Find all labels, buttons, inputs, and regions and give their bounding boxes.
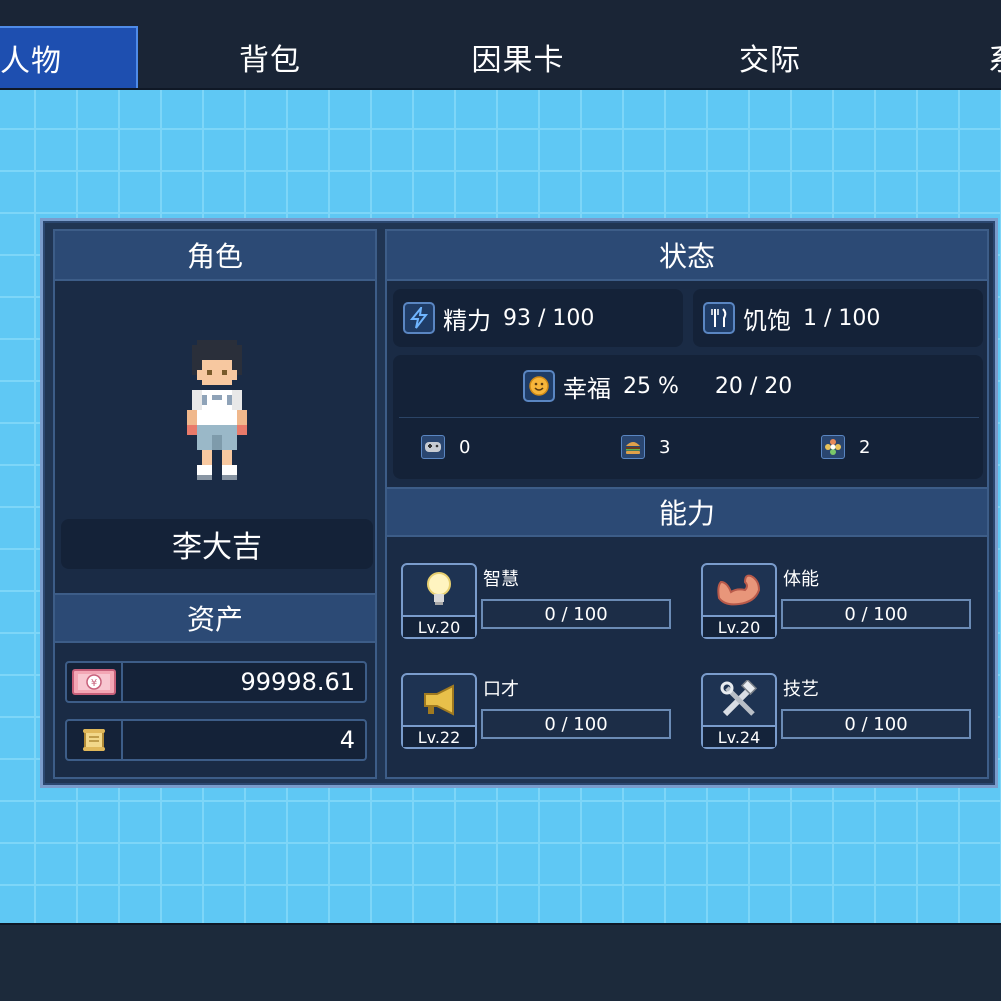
left-column: 角色 李大吉 资产 ¥ 99998.61 4 [53,229,377,779]
assets-header: 资产 [55,593,375,643]
scroll-row: 4 [65,719,367,761]
happiness-label: 幸福 [563,374,611,403]
hunger-stat: 饥饱 1 / 100 [693,289,983,347]
ability-craft-level: Lv.24 [703,725,775,747]
flower-icon [821,435,845,459]
happiness-divider [399,417,979,418]
ability-craft-name: 技艺 [783,679,819,700]
lightbulb-icon [403,565,475,615]
ability-eloquence-badge: Lv.22 [401,673,477,749]
tab-social[interactable]: 交际 [700,26,840,88]
role-header: 角色 [55,231,375,281]
burger-icon [621,435,645,459]
character-name: 李大吉 [61,519,373,569]
ability-wisdom-badge: Lv.20 [401,563,477,639]
money-value: 99998.61 [240,668,355,696]
scroll-icon [67,721,123,759]
cash-icon: ¥ [67,663,123,701]
gamepad-icon [421,435,445,459]
tools-icon [703,675,775,725]
ability-eloquence-name: 口才 [483,679,519,700]
energy-label: 精力 [443,306,491,335]
happiness-stat: 幸福 25 % 20 / 20 [523,369,792,403]
hunger-label: 饥饱 [743,306,791,335]
ability-eloquence[interactable]: Lv.22 口才 0 / 100 [401,673,673,749]
ability-wisdom-level: Lv.20 [403,615,475,637]
ability-fitness-progress: 0 / 100 [781,599,971,629]
energy-stat: 精力 93 / 100 [393,289,683,347]
scroll-value: 4 [339,726,355,754]
mini-stat-gamepad: 0 [421,435,470,459]
tab-system[interactable]: 系 [988,26,1001,88]
megaphone-icon [403,675,475,725]
character-area: 李大吉 [55,281,375,593]
abilities-header: 能力 [387,487,987,537]
right-column: 状态 精力 93 / 100 饥饱 1 / 100 幸福 25 % 20 / 2… [385,229,989,779]
ability-craft-badge: Lv.24 [701,673,777,749]
mini-stat-gamepad-value: 0 [459,436,471,458]
happiness-percent: 25 % [623,373,679,399]
hunger-value: 1 / 100 [803,305,881,331]
mini-stat-burger: 3 [621,435,670,459]
ability-wisdom[interactable]: Lv.20 智慧 0 / 100 [401,563,673,639]
ability-craft[interactable]: Lv.24 技艺 0 / 100 [701,673,973,749]
muscle-arm-icon [703,565,775,615]
smiley-icon [523,370,555,402]
mini-stat-flower: 2 [821,435,870,459]
ability-wisdom-progress: 0 / 100 [481,599,671,629]
money-row: ¥ 99998.61 [65,661,367,703]
ability-craft-progress: 0 / 100 [781,709,971,739]
tab-bag[interactable]: 背包 [200,26,340,88]
fork-knife-icon [703,302,735,334]
top-nav: 人物 背包 因果卡 交际 系 [0,0,1001,90]
tab-karma-cards[interactable]: 因果卡 [448,26,588,88]
svg-text:¥: ¥ [91,678,97,689]
ability-wisdom-name: 智慧 [483,569,519,590]
bottom-bar [0,923,1001,1001]
ability-eloquence-level: Lv.22 [403,725,475,747]
status-header: 状态 [387,231,987,281]
energy-value: 93 / 100 [503,305,595,331]
mini-stat-burger-value: 3 [659,436,671,458]
character-panel: 角色 李大吉 资产 ¥ 99998.61 4 状态 精力 93 / 100 饥饱… [40,218,998,788]
ability-eloquence-progress: 0 / 100 [481,709,671,739]
ability-fitness-badge: Lv.20 [701,563,777,639]
happiness-value: 20 / 20 [714,373,793,399]
ability-fitness-name: 体能 [783,569,819,590]
ability-fitness[interactable]: Lv.20 体能 0 / 100 [701,563,973,639]
tab-character[interactable]: 人物 [0,26,138,88]
ability-fitness-level: Lv.20 [703,615,775,637]
mini-stat-flower-value: 2 [859,436,871,458]
lightning-icon [403,302,435,334]
character-sprite [187,340,247,480]
